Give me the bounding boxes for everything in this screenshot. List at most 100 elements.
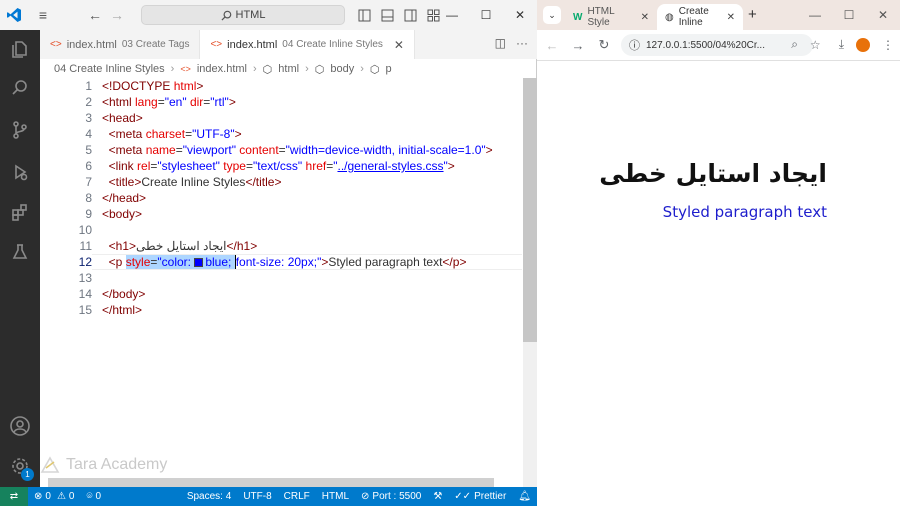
tools-icon[interactable]: ⚒ [427, 491, 448, 502]
split-editor-icon[interactable]: ◫ [495, 36, 506, 50]
breadcrumb-file[interactable]: index.html [197, 63, 247, 75]
code-line: <meta charset="UTF-8"> [102, 126, 522, 142]
more-actions-icon[interactable]: ··· [516, 36, 528, 50]
line-number: 9 [85, 207, 92, 221]
code-token: html [173, 79, 197, 93]
chrome-tab-html-style[interactable]: W HTML Style ✕ [565, 4, 657, 30]
code-token: "color: [157, 255, 195, 269]
indentation-status[interactable]: Spaces: 4 [181, 491, 237, 502]
toggle-primary-sidebar-icon[interactable] [353, 4, 375, 26]
code-token: "width=device-width, initial-scale=1.0" [285, 143, 486, 157]
profile-avatar-icon[interactable] [856, 37, 870, 52]
accounts-icon[interactable] [0, 408, 40, 444]
chrome-tab-create-inline[interactable]: ◍ Create Inline ✕ [657, 4, 743, 30]
code-token: "viewport" [182, 143, 236, 157]
element-cube-icon: ⬡ [314, 63, 325, 76]
explorer-icon[interactable] [0, 31, 40, 67]
problems-indicator[interactable]: ⊗ 0 ⚠ 0 [28, 491, 80, 502]
close-tab-icon[interactable]: ✕ [727, 12, 735, 23]
activity-bar [0, 30, 40, 487]
bookmark-star-icon[interactable]: ☆ [810, 38, 821, 52]
maximize-icon[interactable]: ☐ [832, 0, 866, 30]
breadcrumb-folder[interactable]: 04 Create Inline Styles [54, 63, 165, 75]
maximize-icon[interactable]: ☐ [469, 0, 503, 30]
code-line: <link rel="stylesheet" type="text/css" h… [102, 158, 522, 174]
close-icon[interactable]: ✕ [503, 0, 537, 30]
command-center-search[interactable]: HTML [141, 5, 345, 25]
close-tab-icon[interactable]: ✕ [641, 12, 649, 23]
tab-index-03[interactable]: <> index.html 03 Create Tags [40, 30, 201, 59]
chrome-window-controls: — ☐ ✕ [798, 0, 900, 30]
line-number: 10 [78, 223, 92, 237]
encoding-status[interactable]: UTF-8 [237, 491, 277, 502]
run-debug-icon[interactable] [0, 154, 40, 190]
color-swatch[interactable] [194, 258, 204, 267]
testing-flask-icon[interactable] [0, 234, 40, 270]
address-url: 127.0.0.1:5500/04%20Cr... [646, 39, 765, 51]
radio-tower-icon: ⌾ [86, 491, 93, 502]
search-icon [221, 10, 231, 21]
breadcrumb-body[interactable]: body [330, 63, 354, 75]
forward-arrow-icon[interactable]: → [106, 4, 128, 26]
manage-gear-icon[interactable] [0, 448, 40, 484]
address-bar[interactable]: ⓘ 127.0.0.1:5500/04%20Cr... [621, 34, 813, 56]
chrome-tab-strip: ⌄ W HTML Style ✕ ◍ Create Inline ✕ + — ☐… [537, 0, 900, 30]
line-number: 4 [85, 127, 92, 141]
eol-status[interactable]: CRLF [278, 491, 316, 502]
breadcrumb: 04 Create Inline Styles › <> index.html … [40, 59, 537, 79]
zoom-icon[interactable]: ⌕ [791, 37, 798, 52]
code-token: > [228, 95, 236, 109]
code-token: <title> [108, 175, 142, 189]
back-arrow-icon[interactable]: ← [84, 4, 106, 26]
toggle-panel-icon[interactable] [376, 4, 398, 26]
code-token: name [145, 143, 176, 157]
close-icon[interactable]: ✕ [866, 0, 900, 30]
code-token: style [125, 255, 151, 269]
breadcrumb-html[interactable]: html [278, 63, 299, 75]
download-icon[interactable]: ⤓ [839, 37, 844, 52]
block-icon: ⊘ [361, 491, 370, 502]
source-control-icon[interactable] [0, 112, 40, 148]
minimize-icon[interactable]: — [798, 0, 832, 30]
selected-text: style="color: blue; [125, 255, 235, 269]
search-icon[interactable] [0, 70, 40, 106]
tara-academy-logo-icon [40, 456, 60, 473]
horizontal-scrollbar[interactable] [48, 478, 494, 487]
menu-kebab-icon[interactable]: ⋮ [882, 38, 894, 52]
live-server-port[interactable]: ⊘ Port : 5500 [355, 491, 427, 502]
code-line: <!DOCTYPE html> [102, 78, 522, 94]
back-arrow-icon[interactable]: ← [539, 38, 565, 53]
code-line: </html> [102, 302, 522, 318]
remote-indicator-icon[interactable]: ⇄ [0, 487, 28, 506]
toggle-secondary-sidebar-icon[interactable] [399, 4, 421, 26]
status-bar: ⇄ ⊗ 0 ⚠ 0 ⌾ 0 Spaces: 4 UTF-8 CRLF HTML ⊘ Po… [0, 487, 537, 506]
code-token: type [219, 159, 246, 173]
code-token: rel [137, 159, 151, 173]
hamburger-menu-icon[interactable]: ≡ [32, 4, 54, 26]
vertical-scrollbar-thumb[interactable] [523, 78, 537, 342]
line-number: 3 [85, 111, 92, 125]
tab-index-04[interactable]: <> index.html 04 Create Inline Styles ✕ [200, 30, 415, 59]
line-number: 14 [78, 287, 92, 301]
prettier-status[interactable]: ✓✓ Prettier [448, 491, 512, 502]
code-token: </head> [102, 191, 147, 205]
ports-indicator[interactable]: ⌾ 0 [80, 491, 107, 502]
breadcrumb-p[interactable]: p [385, 63, 391, 75]
tab-search-chevron-icon[interactable]: ⌄ [543, 6, 561, 24]
minimize-icon[interactable]: — [435, 0, 469, 30]
bell-icon[interactable]: 🔔︎ [512, 491, 537, 502]
code-token: <body> [102, 207, 143, 221]
error-icon: ⊗ [34, 491, 43, 502]
command-center-label: HTML [235, 9, 266, 21]
close-tab-icon[interactable]: ✕ [394, 38, 404, 52]
code-token: <html [102, 95, 136, 109]
code-editor[interactable]: <!DOCTYPE html> <html lang="en" dir="rtl… [102, 78, 522, 318]
forward-arrow-icon[interactable]: → [565, 38, 591, 53]
new-tab-plus-icon[interactable]: + [748, 6, 757, 23]
styled-paragraph: Styled paragraph text [662, 203, 827, 221]
extensions-icon[interactable] [0, 194, 40, 230]
stylesheet-link[interactable]: ../general-styles.css [337, 159, 443, 173]
language-status[interactable]: HTML [316, 491, 355, 502]
reload-icon[interactable]: ↻ [591, 37, 617, 53]
